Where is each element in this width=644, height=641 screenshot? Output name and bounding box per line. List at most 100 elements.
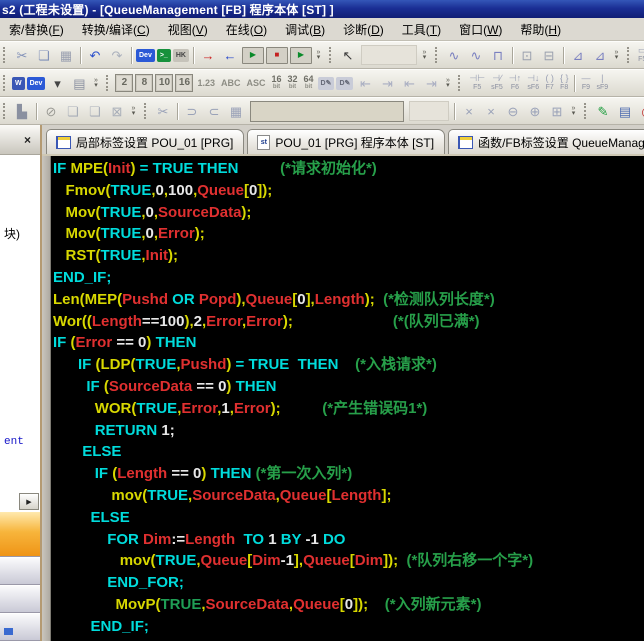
pulse-trace-icon[interactable]: ⊓: [488, 45, 508, 65]
zoom-out-icon[interactable]: ⊖: [503, 101, 523, 121]
device-comment-search-icon[interactable]: Dev: [136, 48, 155, 62]
ladder-hline-key[interactable]: — F9: [580, 73, 591, 93]
paste-icon[interactable]: ▦: [56, 45, 76, 65]
doc-find-icon[interactable]: ▤: [69, 73, 89, 93]
menu-item[interactable]: 在线(O): [217, 18, 276, 41]
nav-category-button[interactable]: [0, 557, 40, 585]
trace-transfer-icon[interactable]: ⊟: [539, 45, 559, 65]
overflow-chevron-icon[interactable]: » ▾: [90, 73, 101, 93]
device-search-combo[interactable]: [250, 100, 404, 122]
redo-icon[interactable]: ↷: [107, 45, 127, 65]
device-test-icon[interactable]: D✎: [317, 76, 335, 90]
connect-next-icon[interactable]: ⊂: [204, 101, 224, 121]
ladder-falling-pulse-key[interactable]: ⊣↓ sF6: [526, 73, 540, 93]
zoom-grid-icon[interactable]: ⊞: [547, 101, 567, 121]
ladder-closed-contact-key[interactable]: ⊣∕ sF5: [490, 73, 504, 93]
ladder-f5-key[interactable]: ▭F5: [637, 45, 644, 65]
overflow-chevron-icon[interactable]: » ▾: [128, 101, 139, 121]
toolbar-grip[interactable]: [3, 75, 8, 91]
document-tab[interactable]: 函数/FB标签设置 QueueManage...: [448, 129, 644, 154]
monitor-stop-icon[interactable]: ■: [265, 46, 288, 64]
menu-item[interactable]: 调试(B): [276, 18, 334, 41]
window-cascade-icon[interactable]: ❏: [63, 101, 83, 121]
toolbar-grip[interactable]: [3, 47, 8, 63]
word-32bit-button[interactable]: 32 bit: [286, 73, 300, 93]
device-next-icon[interactable]: ⇥: [377, 73, 397, 93]
zoom-in-icon[interactable]: ⊕: [525, 101, 545, 121]
document-tab[interactable]: 局部标签设置 POU_01 [PRG]: [46, 129, 245, 154]
read-from-plc-icon[interactable]: ←: [220, 45, 240, 65]
toolbar-grip[interactable]: [434, 47, 440, 63]
device-next2-icon[interactable]: ⇥: [421, 73, 441, 93]
copy-icon[interactable]: ❏: [34, 45, 54, 65]
wire-delete2-icon[interactable]: ×: [481, 101, 501, 121]
undo-icon[interactable]: ↶: [85, 45, 105, 65]
nav-category-button[interactable]: [0, 585, 40, 613]
device-prev-icon[interactable]: ⇤: [355, 73, 375, 93]
doc-edit-icon[interactable]: ▤: [615, 101, 635, 121]
toolbar-grip[interactable]: [3, 103, 8, 119]
nav-category-selected[interactable]: [0, 511, 40, 557]
device-prev2-icon[interactable]: ⇤: [399, 73, 419, 93]
verify-red-icon[interactable]: ◎: [637, 101, 644, 121]
menu-item[interactable]: 工具(T): [393, 18, 450, 41]
ladder-vline-key[interactable]: | sF9: [595, 73, 609, 93]
toolbar-grip[interactable]: [584, 103, 589, 119]
ladder-coil-key[interactable]: ( ) F7: [544, 73, 555, 93]
no-entry-icon[interactable]: ⊘: [41, 101, 61, 121]
word-16bit-button[interactable]: 16 bit: [270, 73, 284, 93]
nav-category-button[interactable]: [0, 613, 40, 641]
menu-item[interactable]: 转换/编译(C): [73, 18, 159, 41]
overflow-chevron-icon[interactable]: » ▾: [442, 73, 453, 93]
format-hex-button[interactable]: 16: [175, 74, 194, 92]
overflow-chevron-icon[interactable]: » ▾: [313, 45, 324, 65]
ladder-application-key[interactable]: { } F8: [559, 73, 570, 93]
slope-up-icon[interactable]: ⊿: [568, 45, 588, 65]
format-string-button[interactable]: ABC: [219, 73, 243, 93]
format-binary-button[interactable]: 2: [115, 74, 134, 92]
device-display-icon[interactable]: W: [12, 76, 25, 90]
overflow-chevron-icon[interactable]: » ▾: [419, 45, 430, 65]
expand-arrow-button[interactable]: ▶: [19, 493, 39, 510]
window-close-icon[interactable]: ⊠: [107, 101, 127, 121]
ladder-open-contact-key[interactable]: ⊣⊢ F5: [468, 73, 486, 93]
monitor-start-icon[interactable]: ▶: [241, 46, 264, 64]
format-octal-button[interactable]: 8: [135, 74, 154, 92]
grid-display-icon[interactable]: ▦: [226, 101, 246, 121]
device-usage-list-icon[interactable]: HK: [172, 48, 189, 62]
toolbar-grip[interactable]: [106, 75, 111, 91]
wire-delete-icon[interactable]: ×: [459, 101, 479, 121]
partial-icon[interactable]: ▙: [12, 101, 32, 121]
overflow-chevron-icon[interactable]: » ▾: [568, 101, 579, 121]
toolbar-grip[interactable]: [144, 103, 149, 119]
st-code-editor[interactable]: IF MPE(Init) = TRUE THEN (*请求初始化*) Fmov(…: [42, 154, 644, 641]
write-to-plc-icon[interactable]: →: [198, 45, 218, 65]
dropdown-arrow-icon[interactable]: ▾: [47, 73, 67, 93]
select-mode-icon[interactable]: ↖: [338, 45, 358, 65]
format-decimal-button[interactable]: 10: [155, 74, 174, 92]
menu-item[interactable]: 诊断(D): [334, 18, 393, 41]
edit-mode-icon[interactable]: ✎: [593, 101, 613, 121]
cut-icon[interactable]: ✂: [12, 45, 32, 65]
slope-down-icon[interactable]: ⊿: [590, 45, 610, 65]
device-test2-icon[interactable]: D✎: [336, 76, 354, 90]
wire-cut-icon[interactable]: ✂: [153, 101, 173, 121]
menu-item[interactable]: 视图(V): [159, 18, 217, 41]
close-icon[interactable]: ×: [24, 134, 31, 146]
device-monitor-eye-icon[interactable]: Dev: [26, 76, 46, 90]
ladder-rising-pulse-key[interactable]: ⊣↑ F6: [508, 73, 522, 93]
monitor-write-icon[interactable]: ▶: [289, 46, 312, 64]
toolbar-grip[interactable]: [458, 75, 463, 91]
sampling-trace-icon[interactable]: ∿: [444, 45, 464, 65]
menu-item[interactable]: 帮助(H): [511, 18, 570, 41]
toolbar-grip[interactable]: [328, 47, 334, 63]
trace-register-icon[interactable]: ⊡: [517, 45, 537, 65]
connect-prev-icon[interactable]: ⊃: [182, 101, 202, 121]
window-tile-icon[interactable]: ❏: [85, 101, 105, 121]
cross-reference-icon[interactable]: >_: [156, 48, 171, 62]
menu-item[interactable]: 窗口(W): [450, 18, 511, 41]
toolbar-grip[interactable]: [626, 47, 632, 63]
document-tab[interactable]: st POU_01 [PRG] 程序本体 [ST]: [247, 129, 446, 154]
overflow-chevron-icon[interactable]: » ▾: [611, 45, 622, 65]
sampling-trace-window-icon[interactable]: ∿: [466, 45, 486, 65]
